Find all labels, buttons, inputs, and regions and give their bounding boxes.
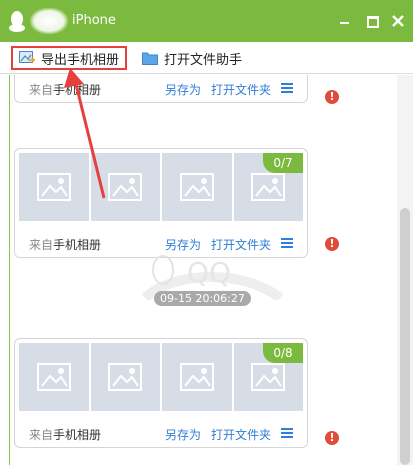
image-placeholder-icon xyxy=(108,363,143,391)
menu-icon[interactable] xyxy=(281,238,293,248)
export-photos-button[interactable]: 导出手机相册 xyxy=(11,46,128,70)
thumbnail-strip: 0/8 xyxy=(19,343,303,411)
export-photos-label: 导出手机相册 xyxy=(41,52,120,68)
image-placeholder-icon xyxy=(36,363,71,391)
card-source: 来自手机相册 xyxy=(29,83,102,97)
card-source: 来自手机相册 xyxy=(29,428,102,442)
open-folder-link[interactable]: 打开文件夹 xyxy=(211,426,271,443)
menu-icon[interactable] xyxy=(281,83,293,93)
photo-card: 0/8 来自手机相册 另存为 打开文件夹 xyxy=(14,338,308,448)
card-source: 来自手机相册 xyxy=(29,238,102,252)
save-as-link[interactable]: 另存为 xyxy=(165,81,201,98)
photo-thumbnail[interactable]: 0/7 xyxy=(233,153,303,221)
photo-thumbnail[interactable] xyxy=(19,153,89,221)
image-placeholder-icon xyxy=(36,173,71,201)
timestamp: 09-15 20:06:27 xyxy=(154,291,251,306)
maximize-button[interactable] xyxy=(363,12,381,30)
scrollbar-track[interactable] xyxy=(397,75,413,465)
warning-icon[interactable]: ! xyxy=(325,237,339,251)
download-count-badge: 0/8 xyxy=(263,343,303,363)
photo-card: 0/7 来自手机相册 另存为 打开文件夹 xyxy=(14,148,308,258)
minimize-button[interactable] xyxy=(336,12,354,30)
photo-thumbnail[interactable] xyxy=(162,343,232,411)
close-icon xyxy=(392,15,404,27)
close-button[interactable] xyxy=(389,12,407,30)
photo-thumbnail[interactable] xyxy=(90,153,160,221)
qq-penguin-icon xyxy=(9,11,25,32)
folder-icon xyxy=(142,52,158,65)
photo-thumbnail[interactable]: 0/8 xyxy=(233,343,303,411)
message-list: 来自手机相册 另存为 打开文件夹 ! 0/7 来自手机相册 另存为 打开文件夹 … xyxy=(0,75,413,465)
image-export-icon xyxy=(19,51,35,63)
image-placeholder-icon xyxy=(108,173,143,201)
title-bar: iPhone xyxy=(0,0,413,42)
photo-thumbnail[interactable] xyxy=(19,343,89,411)
photo-thumbnail[interactable] xyxy=(90,343,160,411)
window-title: iPhone xyxy=(72,13,116,28)
image-placeholder-icon xyxy=(251,173,286,201)
save-as-link[interactable]: 另存为 xyxy=(165,426,201,443)
avatar xyxy=(30,8,68,34)
download-count-badge: 0/7 xyxy=(263,153,303,173)
thumbnail-strip: 0/7 xyxy=(19,153,303,221)
photo-card: 来自手机相册 另存为 打开文件夹 xyxy=(14,75,308,103)
open-file-assistant-button[interactable]: 打开文件助手 xyxy=(136,46,248,70)
warning-icon[interactable]: ! xyxy=(325,90,339,104)
card-footer: 来自手机相册 另存为 打开文件夹 xyxy=(15,75,307,102)
scrollbar-thumb[interactable] xyxy=(400,208,410,465)
toolbar: 导出手机相册 打开文件助手 xyxy=(0,42,413,74)
menu-icon[interactable] xyxy=(281,428,293,438)
open-file-assistant-label: 打开文件助手 xyxy=(164,52,243,68)
image-placeholder-icon xyxy=(251,363,286,391)
watermark-text: QQ xyxy=(187,256,231,289)
card-footer: 来自手机相册 另存为 打开文件夹 xyxy=(15,419,307,447)
warning-icon[interactable]: ! xyxy=(325,431,339,445)
image-placeholder-icon xyxy=(179,363,214,391)
open-folder-link[interactable]: 打开文件夹 xyxy=(211,81,271,98)
image-placeholder-icon xyxy=(179,173,214,201)
photo-thumbnail[interactable] xyxy=(162,153,232,221)
